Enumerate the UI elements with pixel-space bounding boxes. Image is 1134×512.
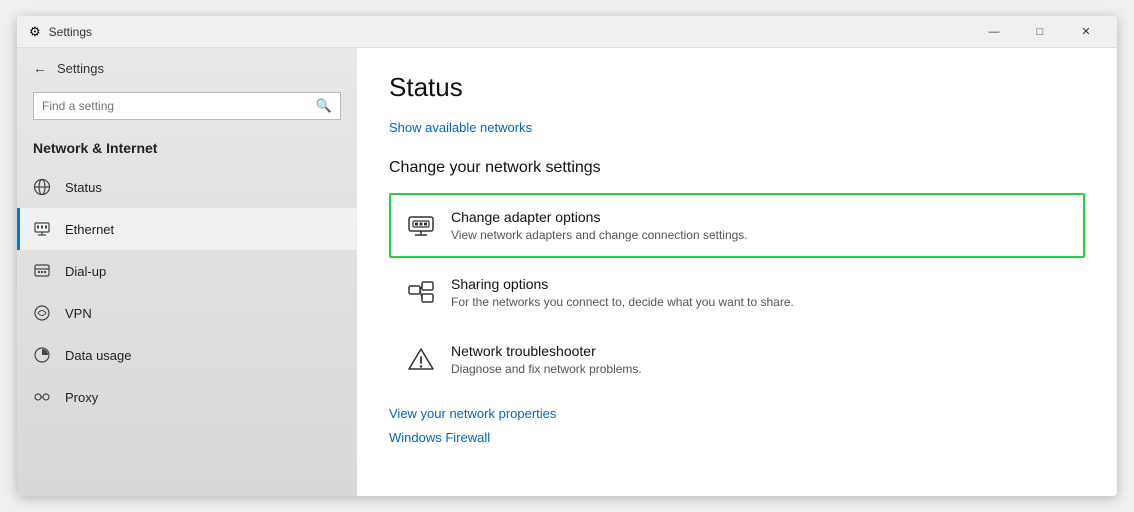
troubleshoot-icon	[407, 345, 435, 373]
sharing-icon	[407, 278, 435, 306]
change-settings-title: Change your network settings	[389, 159, 1085, 177]
adapter-card-content: Change adapter options View network adap…	[451, 209, 1067, 242]
sidebar-item-ethernet-label: Ethernet	[65, 222, 114, 237]
vpn-icon	[33, 304, 51, 322]
main-content: Status Show available networks Change yo…	[357, 48, 1117, 496]
adapter-icon	[407, 211, 435, 239]
sidebar-item-dialup[interactable]: Dial-up	[17, 250, 357, 292]
sidebar-item-proxy-label: Proxy	[65, 390, 98, 405]
dialup-icon	[33, 262, 51, 280]
settings-window: ⚙ Settings — □ ✕ ← Settings 🔍 Network & …	[17, 16, 1117, 496]
adapter-card-desc: View network adapters and change connect…	[451, 228, 1067, 242]
search-icon: 🔍	[316, 98, 332, 114]
change-adapter-card[interactable]: Change adapter options View network adap…	[389, 193, 1085, 258]
title-bar-left: ⚙ Settings	[29, 24, 92, 40]
minimize-button[interactable]: —	[971, 16, 1017, 48]
ethernet-icon	[33, 220, 51, 238]
page-title: Status	[389, 72, 1085, 103]
sidebar-item-status[interactable]: Status	[17, 166, 357, 208]
show-available-networks-link[interactable]: Show available networks	[389, 120, 532, 135]
sidebar-item-vpn-label: VPN	[65, 306, 92, 321]
content-area: ← Settings 🔍 Network & Internet	[17, 48, 1117, 496]
view-network-properties-link[interactable]: View your network properties	[389, 406, 1085, 421]
settings-gear-icon: ⚙	[29, 24, 41, 40]
troubleshooter-card[interactable]: Network troubleshooter Diagnose and fix …	[389, 327, 1085, 392]
windows-firewall-link[interactable]: Windows Firewall	[389, 430, 490, 445]
troubleshooter-card-title: Network troubleshooter	[451, 343, 1067, 359]
globe-icon	[33, 178, 51, 196]
title-bar-controls: — □ ✕	[971, 16, 1109, 48]
title-bar: ⚙ Settings — □ ✕	[17, 16, 1117, 48]
proxy-icon	[33, 388, 51, 406]
search-box[interactable]: 🔍	[33, 92, 341, 120]
sharing-card-content: Sharing options For the networks you con…	[451, 276, 1067, 309]
troubleshooter-card-desc: Diagnose and fix network problems.	[451, 362, 1067, 376]
back-arrow-icon: ←	[33, 60, 47, 76]
sidebar-section-title: Network & Internet	[17, 132, 357, 166]
back-button[interactable]: ← Settings	[17, 48, 357, 88]
sharing-options-card[interactable]: Sharing options For the networks you con…	[389, 260, 1085, 325]
sidebar-back-title: Settings	[57, 61, 104, 76]
sidebar: ← Settings 🔍 Network & Internet	[17, 48, 357, 496]
datausage-icon	[33, 346, 51, 364]
maximize-button[interactable]: □	[1017, 16, 1063, 48]
sidebar-item-datausage-label: Data usage	[65, 348, 132, 363]
sidebar-item-datausage[interactable]: Data usage	[17, 334, 357, 376]
title-bar-title: Settings	[49, 25, 92, 39]
close-button[interactable]: ✕	[1063, 16, 1109, 48]
adapter-card-title: Change adapter options	[451, 209, 1067, 225]
sharing-card-desc: For the networks you connect to, decide …	[451, 295, 1067, 309]
search-input[interactable]	[42, 99, 310, 113]
sidebar-item-vpn[interactable]: VPN	[17, 292, 357, 334]
sidebar-item-dialup-label: Dial-up	[65, 264, 106, 279]
troubleshooter-card-content: Network troubleshooter Diagnose and fix …	[451, 343, 1067, 376]
sidebar-item-status-label: Status	[65, 180, 102, 195]
sidebar-item-ethernet[interactable]: Ethernet	[17, 208, 357, 250]
sidebar-nav: Status Ethernet	[17, 166, 357, 496]
sidebar-item-proxy[interactable]: Proxy	[17, 376, 357, 418]
sharing-card-title: Sharing options	[451, 276, 1067, 292]
